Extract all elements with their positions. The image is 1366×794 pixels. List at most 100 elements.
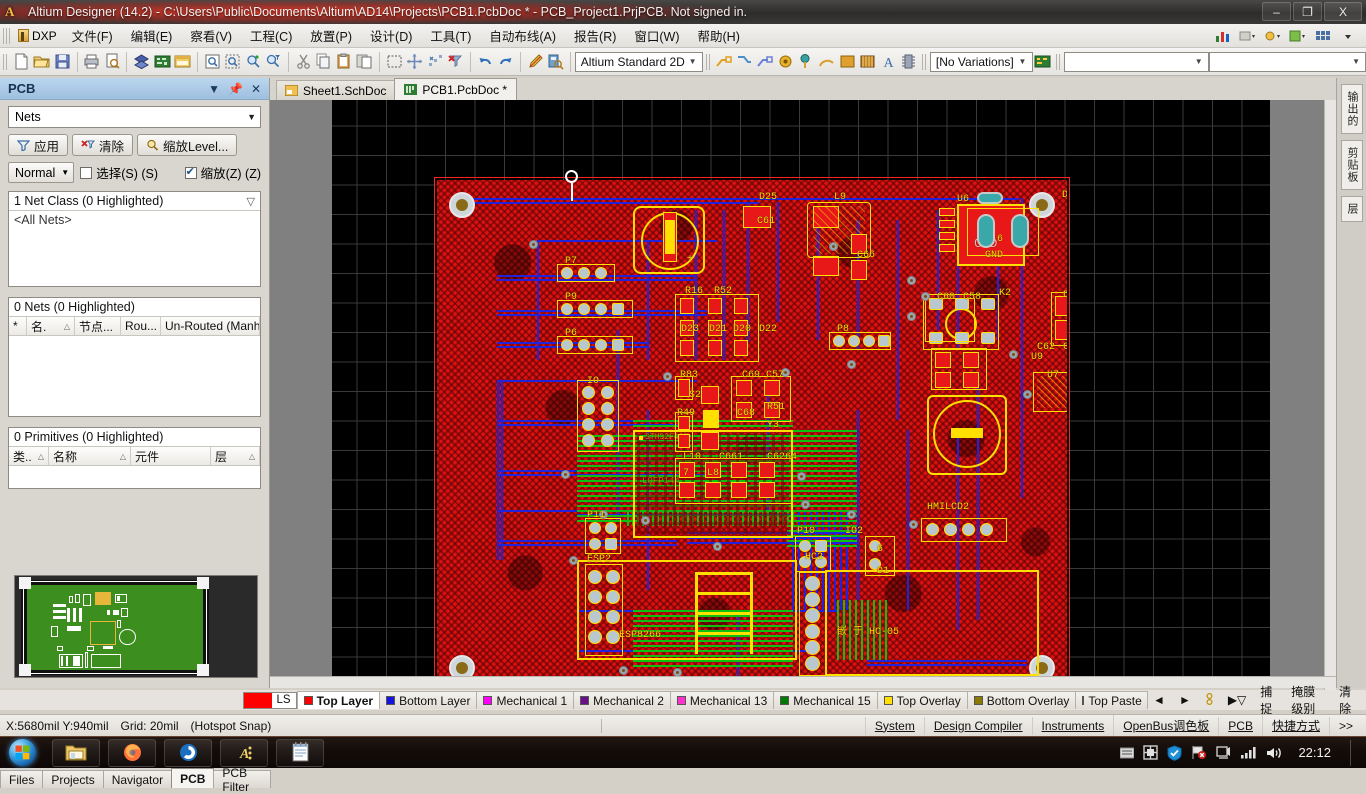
toolbar-dropdown-1[interactable] (1236, 25, 1260, 47)
select-checkbox-group[interactable]: 选择(S) (S) (80, 163, 158, 182)
c60-c58-group[interactable] (925, 298, 975, 342)
place-via-icon[interactable] (797, 51, 816, 73)
snap-button[interactable]: 捕捉 (1254, 682, 1283, 718)
status-button-design-compiler[interactable]: Design Compiler (924, 717, 1032, 735)
net-class-listbox[interactable]: 1 Net Class (0 Highlighted) ▽ <All Nets> (8, 191, 261, 287)
variations-combo[interactable]: [No Variations] ▼ (930, 52, 1033, 72)
save-icon[interactable] (53, 51, 72, 73)
layer-tab-mechanical-13[interactable]: Mechanical 13 (670, 691, 774, 709)
toolbar-dropdown-4[interactable] (1336, 25, 1360, 47)
pcb-canvas[interactable]: STM32F407 LQFP144 + 6 GND (332, 100, 1270, 676)
menu-item-tools[interactable]: 工具(T) (421, 23, 480, 48)
signal-icon[interactable] (1240, 746, 1257, 759)
layer-scroll-next-icon[interactable]: ► (1173, 692, 1197, 708)
nets-col-unrouted[interactable]: Un-Routed (Manh... (161, 317, 260, 335)
toolbar-grip-3[interactable] (922, 54, 928, 70)
layer-tab-mechanical-1[interactable]: Mechanical 1 (476, 691, 574, 709)
minimize-button[interactable]: – (1262, 2, 1291, 21)
nets-col-name[interactable]: 名.△ (27, 317, 75, 335)
canvas-vertical-scrollbar[interactable] (1324, 100, 1336, 698)
paste-icon[interactable] (335, 51, 354, 73)
taskbar-clock[interactable]: 22:12 (1292, 745, 1337, 760)
menu-item-project[interactable]: 工程(C) (241, 23, 301, 48)
primitives-listbox[interactable]: 0 Primitives (0 Highlighted) 类..△ 名称△ 元件… (8, 427, 261, 489)
layer-tab-bottom-overlay[interactable]: Bottom Overlay (967, 691, 1077, 709)
prim-col-type[interactable]: 类..△ (9, 447, 49, 465)
layer-drill-icon[interactable] (1199, 692, 1220, 709)
menu-item-file[interactable]: 文件(F) (63, 23, 122, 48)
highlight-pen-icon[interactable] (526, 51, 545, 73)
panel-tab-files[interactable]: Files (0, 770, 43, 788)
browse-library-icon[interactable] (546, 51, 565, 73)
list-item[interactable]: <All Nets> (9, 211, 260, 229)
menu-item-help[interactable]: 帮助(H) (689, 23, 749, 48)
maximize-button[interactable]: ❐ (1293, 2, 1322, 21)
toolbar-grip-4[interactable] (1056, 54, 1062, 70)
status-button-more[interactable]: >> (1329, 717, 1362, 735)
place-arc-icon[interactable] (817, 51, 836, 73)
zoom-selection-icon[interactable] (244, 51, 263, 73)
toolbar-dropdown-3[interactable] (1286, 25, 1310, 47)
status-button-system[interactable]: System (865, 717, 924, 735)
taskbar-notepad[interactable] (276, 739, 324, 767)
select-area-icon[interactable] (385, 51, 404, 73)
scope-combo[interactable]: Nets ▼ (8, 106, 261, 128)
new-document-icon[interactable] (12, 51, 31, 73)
layer-scroll-prev-icon[interactable]: ◄ (1147, 692, 1171, 708)
cut-icon[interactable] (294, 51, 313, 73)
grid-icon[interactable] (1311, 25, 1335, 47)
toolbar-grip-1[interactable] (3, 54, 9, 70)
shield-icon[interactable] (1167, 745, 1182, 761)
empty-combo-2[interactable]: ▼ (1209, 52, 1366, 72)
mode-combo[interactable]: Normal ▼ (8, 162, 74, 183)
view-config-combo[interactable]: Altium Standard 2D ▼ (575, 52, 703, 72)
pcb-editor-canvas-area[interactable]: STM32F407 LQFP144 + 6 GND (270, 100, 1336, 688)
layer-tab-top-overlay[interactable]: Top Overlay (877, 691, 968, 709)
copy-icon[interactable] (314, 51, 333, 73)
zoom-document-icon[interactable] (203, 51, 222, 73)
dxp-menu[interactable]: DXP (12, 27, 63, 45)
taskbar-file-explorer[interactable] (52, 739, 100, 767)
right-tab-clipboard[interactable]: 剪贴板 (1341, 140, 1363, 190)
apply-button[interactable]: 应用 (8, 134, 68, 156)
show-desktop-button[interactable] (1350, 740, 1360, 766)
zoom-checkbox-group[interactable]: 缩放(Z) (Z) (185, 163, 261, 182)
mask-level-button[interactable]: 掩膜级别 (1285, 682, 1331, 718)
doc-tab-sheet1[interactable]: Sheet1.SchDoc (276, 80, 395, 100)
menu-item-design[interactable]: 设计(D) (361, 23, 421, 48)
place-string-icon[interactable]: A (879, 51, 898, 73)
print-icon[interactable] (82, 51, 101, 73)
menu-item-reports[interactable]: 报告(R) (565, 23, 625, 48)
panel-tab-pcb[interactable]: PCB (171, 768, 214, 788)
redo-icon[interactable] (496, 51, 515, 73)
clear-button[interactable]: 清除 (72, 134, 133, 156)
nets-col-nodes[interactable]: 节点... (75, 317, 121, 335)
menu-item-autoroute[interactable]: 自动布线(A) (480, 23, 565, 48)
undo-icon[interactable] (476, 51, 495, 73)
menu-grip-handle[interactable] (3, 28, 10, 44)
layer-tab-mechanical-2[interactable]: Mechanical 2 (573, 691, 671, 709)
menu-item-edit[interactable]: 编辑(E) (122, 23, 182, 48)
panels-icon[interactable] (173, 51, 192, 73)
volume-icon[interactable] (1266, 746, 1283, 760)
layer-tab-mechanical-15[interactable]: Mechanical 15 (773, 691, 877, 709)
nets-listbox[interactable]: 0 Nets (0 Highlighted) * 名.△ 节点... Rou..… (8, 297, 261, 417)
chart-icon[interactable] (1211, 25, 1235, 47)
close-button[interactable]: X (1324, 2, 1362, 21)
zoom-level-button[interactable]: 缩放Level... (137, 134, 237, 156)
right-tab-output[interactable]: 输出的 (1341, 84, 1363, 134)
toolbar-dropdown-2[interactable] (1261, 25, 1285, 47)
open-folder-icon[interactable] (32, 51, 51, 73)
nets-col-star[interactable]: * (9, 317, 27, 335)
status-button-openbus[interactable]: OpenBus调色板 (1113, 715, 1218, 736)
place-track-icon[interactable] (715, 51, 734, 73)
status-button-instruments[interactable]: Instruments (1032, 717, 1114, 735)
place-fill-icon[interactable] (838, 51, 857, 73)
empty-combo-1[interactable]: ▼ (1064, 52, 1209, 72)
right-tab-layers[interactable]: 层 (1341, 196, 1363, 222)
layers-icon[interactable] (132, 51, 151, 73)
panel-tab-pcb-filter[interactable]: PCB Filter (213, 770, 271, 788)
layer-tab-top-layer[interactable]: Top Layer (297, 691, 380, 709)
board-preview[interactable] (14, 575, 258, 678)
board-view-icon[interactable] (153, 51, 172, 73)
